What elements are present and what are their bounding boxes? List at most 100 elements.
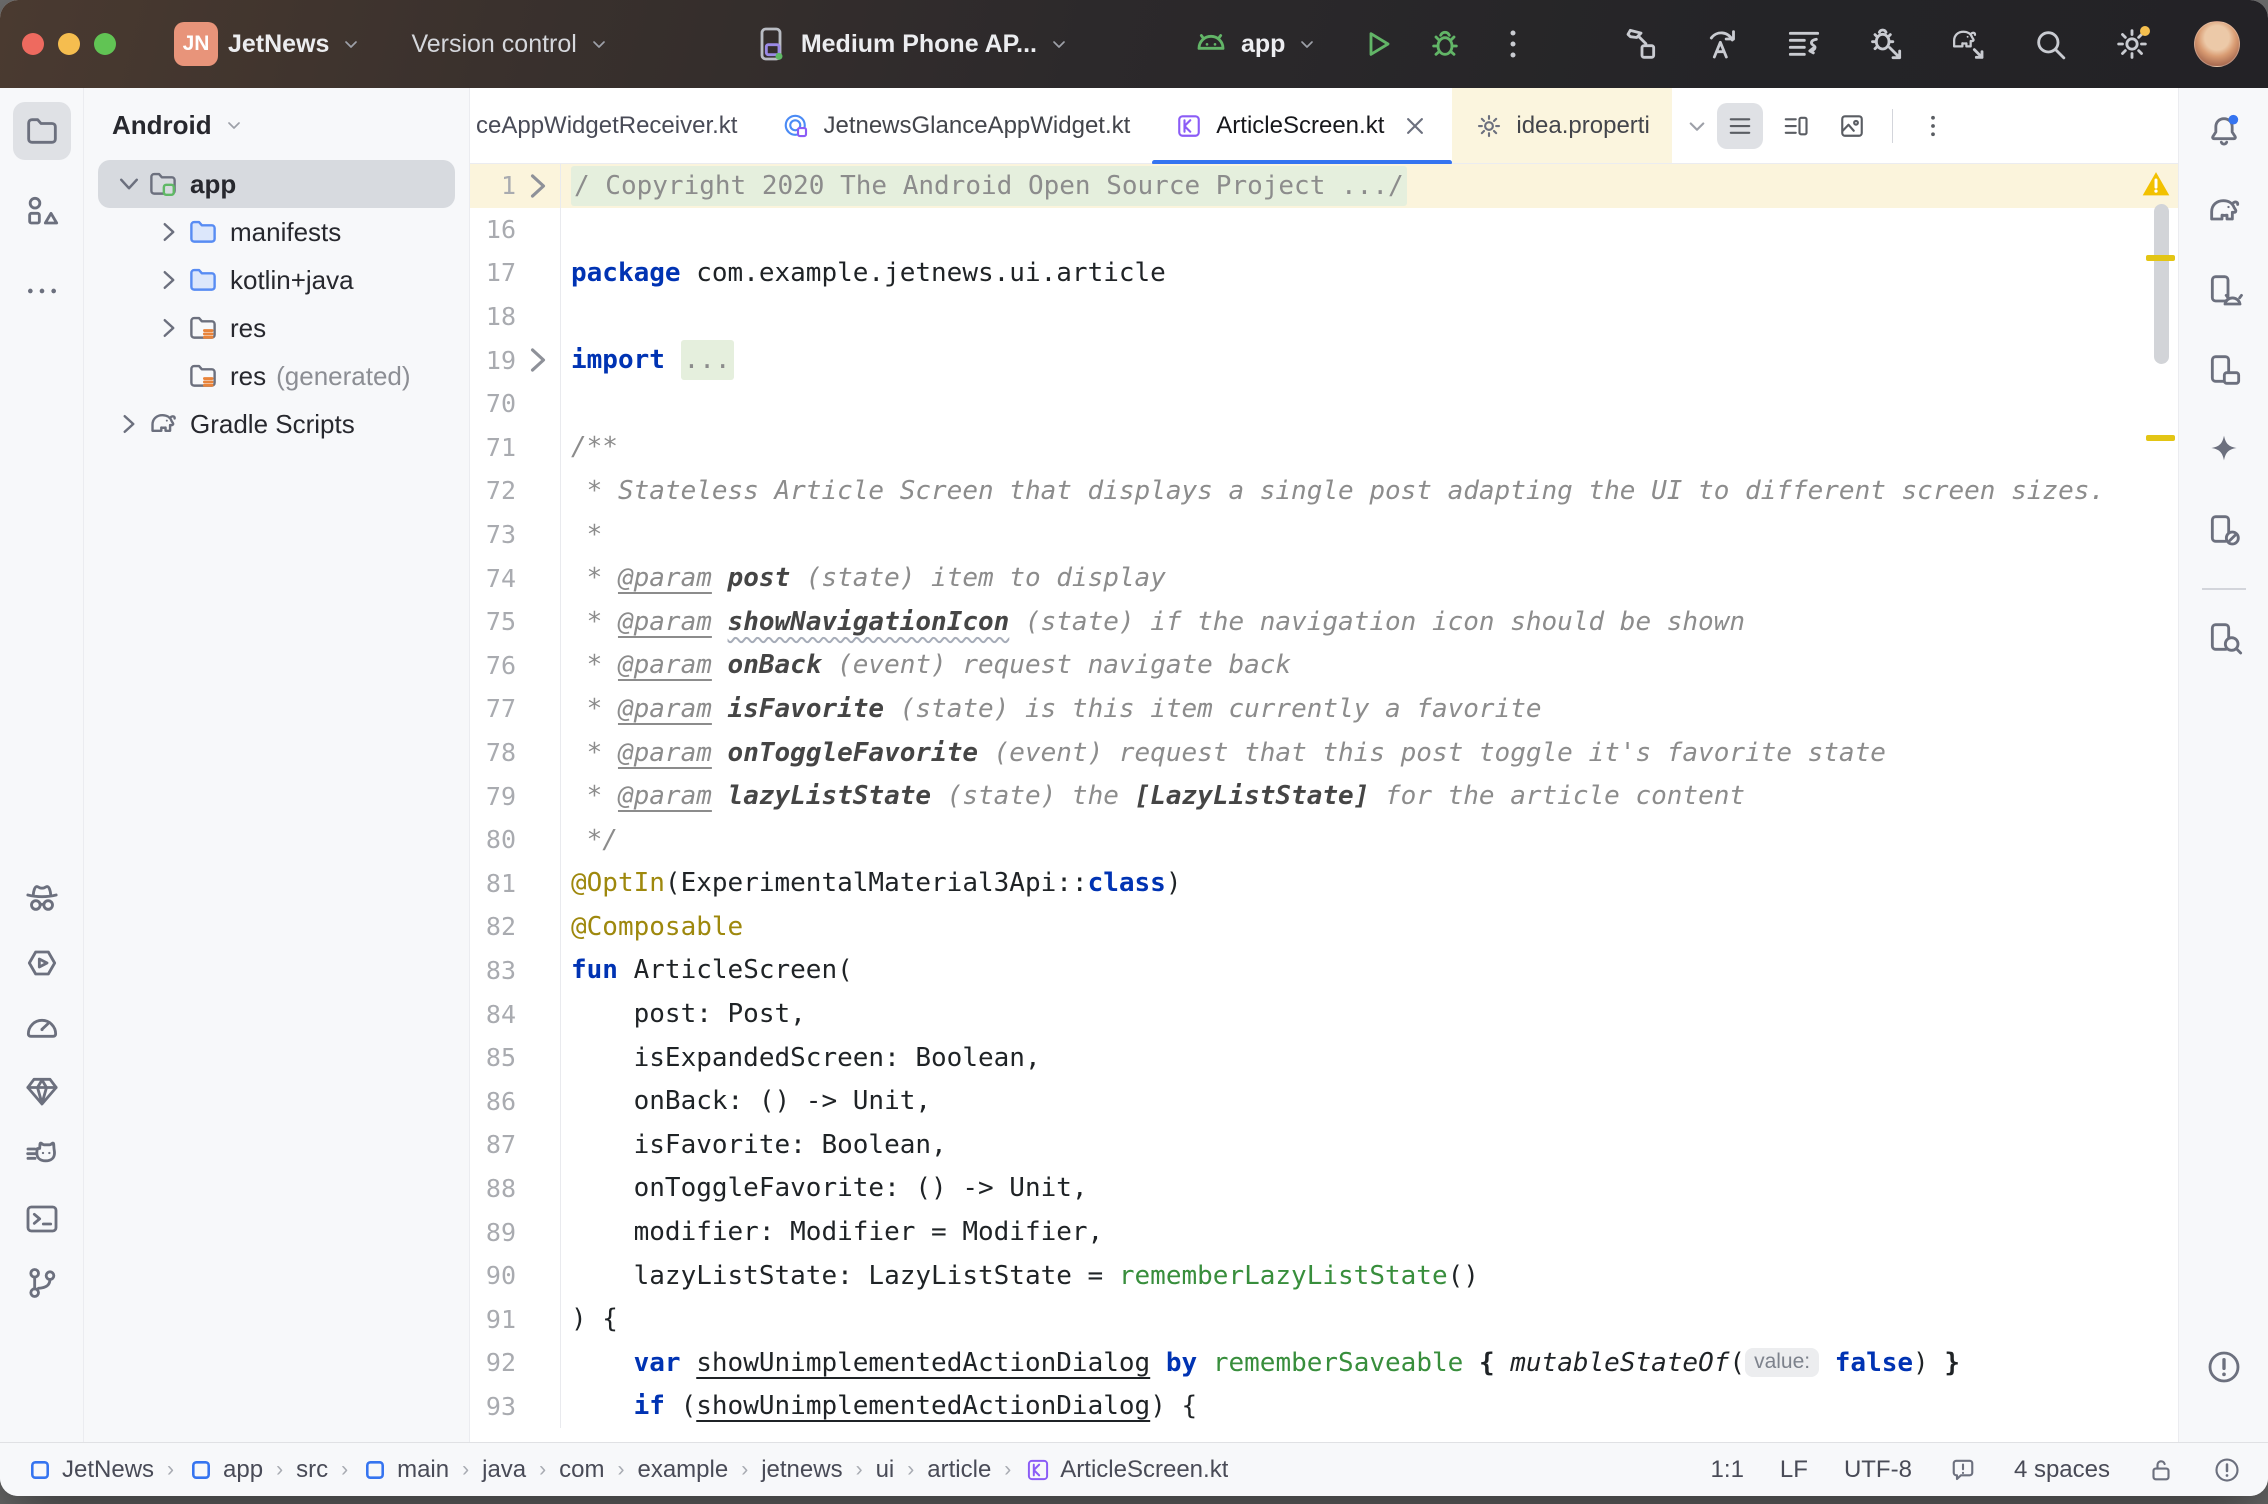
warning-stripe-mark[interactable] xyxy=(2146,435,2175,441)
code-line-77[interactable]: 77 * @param isFavorite (state) is this i… xyxy=(470,687,2178,731)
version-control-tool-window[interactable] xyxy=(13,1254,71,1312)
editor-mode-split[interactable] xyxy=(1773,103,1819,149)
run-configuration-selector[interactable]: app xyxy=(1191,24,1319,64)
code-line-19[interactable]: 19import ... xyxy=(470,338,2178,382)
code-line-16[interactable]: 16 xyxy=(470,208,2178,252)
gradle-sync-button[interactable] xyxy=(1948,24,1988,64)
breadcrumb-item-example[interactable]: example xyxy=(637,1456,728,1484)
code-line-1[interactable]: 1/ Copyright 2020 The Android Open Sourc… xyxy=(470,164,2178,208)
close-window-button[interactable] xyxy=(22,33,44,55)
project-view-selector[interactable]: Android xyxy=(84,96,469,154)
code-line-93[interactable]: 93 if (showUnimplementedActionDialog) { xyxy=(470,1385,2178,1429)
caret-position[interactable]: 1:1 xyxy=(1711,1456,1744,1484)
gradle-tool-window[interactable] xyxy=(2195,182,2253,240)
code-line-92[interactable]: 92 var showUnimplementedActionDialog by … xyxy=(470,1341,2178,1385)
code-line-88[interactable]: 88 onToggleFavorite: () -> Unit, xyxy=(470,1167,2178,1211)
code-line-78[interactable]: 78 * @param onToggleFavorite (event) req… xyxy=(470,731,2178,775)
file-writable-lock[interactable] xyxy=(2146,1455,2176,1485)
editor-tab-idea.properti[interactable]: idea.properti xyxy=(1452,88,1671,163)
settings-button[interactable] xyxy=(2112,24,2152,64)
editor-tab-articlescreen.kt[interactable]: ArticleScreen.kt xyxy=(1152,88,1452,163)
editor-mode-design[interactable] xyxy=(1829,103,1875,149)
breadcrumb-item-app[interactable]: app xyxy=(187,1456,263,1484)
more-actions-kebab-icon[interactable] xyxy=(1493,24,1533,64)
tree-item-app[interactable]: app xyxy=(98,160,455,208)
breadcrumb-item-jetnews[interactable]: jetnews xyxy=(761,1456,842,1484)
search-everywhere-button[interactable] xyxy=(2030,24,2070,64)
project-tool-window[interactable] xyxy=(13,102,71,160)
code-line-80[interactable]: 80 */ xyxy=(470,818,2178,862)
apply-code-changes-button[interactable] xyxy=(1784,24,1824,64)
breadcrumb-item-jetnews[interactable]: JetNews xyxy=(26,1456,154,1484)
breadcrumb-item-src[interactable]: src xyxy=(296,1456,328,1484)
breadcrumb-item-com[interactable]: com xyxy=(559,1456,604,1484)
chevron-right-icon[interactable] xyxy=(112,407,146,441)
code-line-74[interactable]: 74 * @param post (state) item to display xyxy=(470,556,2178,600)
more-tool-windows[interactable] xyxy=(13,262,71,320)
code-line-84[interactable]: 84 post: Post, xyxy=(470,992,2178,1036)
code-line-79[interactable]: 79 * @param lazyListState (state) the [L… xyxy=(470,774,2178,818)
chevron-right-icon[interactable] xyxy=(152,263,186,297)
code-line-75[interactable]: 75 * @param showNavigationIcon (state) i… xyxy=(470,600,2178,644)
debug-button[interactable] xyxy=(1425,24,1465,64)
device-mirroring-tool-window[interactable] xyxy=(2195,502,2253,560)
problems-tool-window[interactable] xyxy=(2195,1338,2253,1396)
app-quality-insights-tool-window[interactable] xyxy=(13,1062,71,1120)
close-tab-icon[interactable] xyxy=(1400,111,1430,141)
code-line-90[interactable]: 90 lazyListState: LazyListState = rememb… xyxy=(470,1254,2178,1298)
editor-mode-code[interactable] xyxy=(1717,103,1763,149)
todo-widget[interactable] xyxy=(1948,1455,1978,1485)
code-editor[interactable]: 1/ Copyright 2020 The Android Open Sourc… xyxy=(470,164,2178,1442)
file-encoding[interactable]: UTF-8 xyxy=(1844,1456,1912,1484)
code-line-86[interactable]: 86 onBack: () -> Unit, xyxy=(470,1079,2178,1123)
tree-item-res[interactable]: res xyxy=(98,304,455,352)
warning-stripe-mark[interactable] xyxy=(2146,255,2175,261)
version-control-widget[interactable]: Version control xyxy=(411,30,610,59)
breadcrumb-item-articlescreen.kt[interactable]: ArticleScreen.kt xyxy=(1024,1456,1228,1484)
code-line-85[interactable]: 85 isExpandedScreen: Boolean, xyxy=(470,1036,2178,1080)
device-selector[interactable]: Medium Phone AP... xyxy=(751,24,1071,64)
inspection-warning-icon[interactable] xyxy=(2139,167,2173,201)
code-line-71[interactable]: 71/** xyxy=(470,426,2178,470)
editor-scrollbar[interactable] xyxy=(2154,204,2169,364)
hidden-tabs-chevron-icon[interactable] xyxy=(1682,111,1712,141)
gemini-tool-window[interactable] xyxy=(2195,422,2253,480)
profile-avatar[interactable] xyxy=(2194,21,2240,67)
editor-options-kebab-icon[interactable] xyxy=(1910,103,1956,149)
editor-tab-ceappwidgetreceiver.kt[interactable]: ceAppWidgetReceiver.kt xyxy=(470,88,759,163)
inspections-widget[interactable] xyxy=(2212,1455,2242,1485)
breadcrumb-item-java[interactable]: java xyxy=(482,1456,526,1484)
code-line-91[interactable]: 91) { xyxy=(470,1297,2178,1341)
code-line-72[interactable]: 72 * Stateless Article Screen that displ… xyxy=(470,469,2178,513)
minimize-window-button[interactable] xyxy=(58,33,80,55)
project-widget[interactable]: JN JetNews xyxy=(174,22,363,66)
editor-tab-jetnewsglanceappwidget.kt[interactable]: JetnewsGlanceAppWidget.kt xyxy=(759,88,1152,163)
attach-debugger-button[interactable] xyxy=(1866,24,1906,64)
fold-region-icon[interactable] xyxy=(516,164,560,208)
tree-item-gradle-scripts[interactable]: Gradle Scripts xyxy=(98,400,455,448)
running-devices-tool-window[interactable] xyxy=(2195,342,2253,400)
build-button[interactable] xyxy=(1620,24,1660,64)
apply-changes-button[interactable] xyxy=(1702,24,1742,64)
breadcrumb-item-article[interactable]: article xyxy=(927,1456,991,1484)
chevron-down-icon[interactable] xyxy=(112,167,146,201)
indent-style[interactable]: 4 spaces xyxy=(2014,1456,2110,1484)
app-inspection-tool-window[interactable] xyxy=(13,870,71,928)
logcat-tool-window[interactable] xyxy=(13,1126,71,1184)
device-manager-tool-window[interactable] xyxy=(2195,262,2253,320)
breadcrumb-item-ui[interactable]: ui xyxy=(876,1456,895,1484)
terminal-tool-window[interactable] xyxy=(13,1190,71,1248)
code-line-89[interactable]: 89 modifier: Modifier = Modifier, xyxy=(470,1210,2178,1254)
tree-item-res[interactable]: res(generated) xyxy=(98,352,455,400)
tree-item-kotlin+java[interactable]: kotlin+java xyxy=(98,256,455,304)
code-line-83[interactable]: 83fun ArticleScreen( xyxy=(470,949,2178,993)
chevron-right-icon[interactable] xyxy=(152,311,186,345)
notifications-tool-window[interactable] xyxy=(2195,102,2253,160)
breadcrumb-item-main[interactable]: main xyxy=(361,1456,449,1484)
code-line-70[interactable]: 70 xyxy=(470,382,2178,426)
code-line-18[interactable]: 18 xyxy=(470,295,2178,339)
resource-manager-tool-window[interactable] xyxy=(13,182,71,240)
code-line-81[interactable]: 81@OptIn(ExperimentalMaterial3Api::class… xyxy=(470,862,2178,906)
profiler-tool-window[interactable] xyxy=(13,998,71,1056)
code-line-82[interactable]: 82@Composable xyxy=(470,905,2178,949)
